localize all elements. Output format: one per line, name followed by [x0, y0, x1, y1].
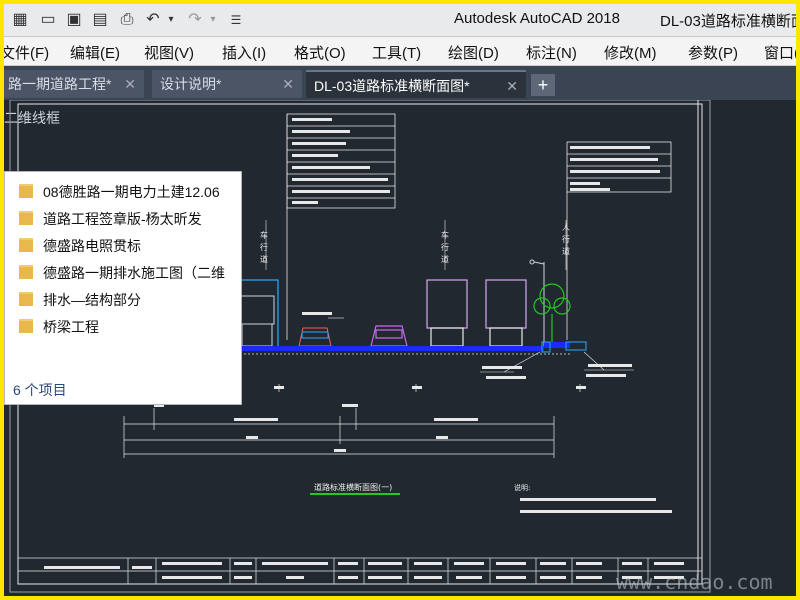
menu-dimension[interactable]: 标注(N): [526, 42, 577, 63]
menu-file[interactable]: 文件(F): [4, 42, 49, 63]
title-bar: ▦ ▭ ▣ ▤ ⎙ ↶ ▾ ↷ ▾ ☰ Autodesk AutoCAD 201…: [4, 4, 796, 37]
lane-label-char: 车: [260, 230, 268, 240]
list-item[interactable]: 道路工程签章版-杨太昕发: [19, 209, 202, 229]
watermark: www.cndao.com: [616, 570, 773, 594]
close-icon[interactable]: ✕: [282, 70, 294, 98]
menu-format[interactable]: 格式(O): [294, 42, 346, 63]
title-block: [17, 557, 703, 585]
list-item[interactable]: 08德胜路一期电力土建12.06: [19, 182, 220, 202]
redo-dropdown-icon[interactable]: ▾: [206, 10, 220, 30]
open-folder-icon[interactable]: ▭: [36, 10, 60, 30]
document-title: DL-03道路标准横断面图: [660, 13, 796, 30]
truck-left: [239, 295, 275, 347]
folder-icon: [19, 265, 33, 279]
file-explorer-popup: 08德胜路一期电力土建12.06 道路工程签章版-杨太昕发 德盛路电照贯标 德盛…: [4, 171, 242, 405]
list-item[interactable]: 德盛路一期排水施工图（二维: [19, 263, 225, 283]
menu-window[interactable]: 窗口(: [764, 42, 796, 63]
tree: [533, 283, 571, 344]
truck-purple-2: [485, 279, 527, 347]
folder-icon: [19, 292, 33, 306]
redo-icon[interactable]: ↷: [184, 10, 206, 30]
menu-insert[interactable]: 插入(I): [222, 42, 266, 63]
list-item[interactable]: 排水—结构部分: [19, 290, 141, 310]
car-red: [298, 327, 332, 347]
menu-draw[interactable]: 绘图(D): [448, 42, 499, 63]
pavement-spec-left: [286, 113, 396, 340]
app-title: Autodesk AutoCAD 2018: [454, 10, 620, 27]
app-logo-icon[interactable]: ▦: [6, 10, 34, 30]
tab-label: DL-03道路标准横断面图*: [314, 78, 470, 94]
menu-tools[interactable]: 工具(T): [372, 42, 421, 63]
list-item[interactable]: 德盛路电照贯标: [19, 236, 141, 256]
car-purple: [370, 325, 408, 347]
menu-bar: 文件(F) 编辑(E) 视图(V) 插入(I) 格式(O) 工具(T) 绘图(D…: [4, 37, 796, 66]
undo-icon[interactable]: ↶: [142, 10, 164, 30]
undo-dropdown-icon[interactable]: ▾: [164, 10, 178, 30]
save-icon[interactable]: ▣: [62, 10, 86, 30]
folder-icon: [19, 238, 33, 252]
save-as-icon[interactable]: ▤: [88, 10, 112, 30]
menu-edit[interactable]: 编辑(E): [70, 42, 120, 63]
menu-parametric[interactable]: 参数(P): [688, 42, 738, 63]
notes-text: [520, 498, 672, 513]
tab-design-notes[interactable]: 设计说明* ✕: [152, 70, 302, 98]
lane-label-char: 道: [260, 254, 268, 264]
close-icon[interactable]: ✕: [124, 70, 136, 98]
callout-leaders: [328, 317, 634, 373]
menu-modify[interactable]: 修改(M): [604, 42, 657, 63]
autocad-window: ▦ ▭ ▣ ▤ ⎙ ↶ ▾ ↷ ▾ ☰ Autodesk AutoCAD 201…: [4, 4, 796, 596]
new-tab-button[interactable]: +: [531, 74, 555, 96]
section-title: 道路标准横断面图(一): [314, 482, 392, 492]
lane-label-char: 行: [260, 242, 268, 252]
tab-dl03-section[interactable]: DL-03道路标准横断面图* ✕: [306, 70, 526, 98]
document-tabs: 路一期道路工程* ✕ 设计说明* ✕ DL-03道路标准横断面图* ✕ +: [4, 66, 796, 100]
folder-icon: [19, 184, 33, 198]
item-count-status: 6 个项目: [13, 382, 67, 398]
tab-label: 路一期道路工程*: [8, 76, 112, 92]
tab-road-phase1[interactable]: 路一期道路工程* ✕: [4, 70, 144, 98]
close-icon[interactable]: ✕: [506, 72, 518, 100]
pavement-spec-text-right: [570, 146, 660, 191]
menu-view[interactable]: 视图(V): [144, 42, 194, 63]
print-icon[interactable]: ⎙: [114, 10, 140, 30]
folder-icon: [19, 319, 33, 333]
truck-purple-1: [426, 279, 468, 347]
customize-toolbar-icon[interactable]: ☰: [226, 10, 246, 30]
tab-label: 设计说明*: [160, 76, 222, 92]
list-item[interactable]: 桥梁工程: [19, 317, 99, 337]
pavement-spec-text-left: [292, 118, 390, 204]
notes-title: 说明:: [514, 483, 530, 492]
road-surface-left: [224, 346, 544, 351]
folder-icon: [19, 211, 33, 225]
